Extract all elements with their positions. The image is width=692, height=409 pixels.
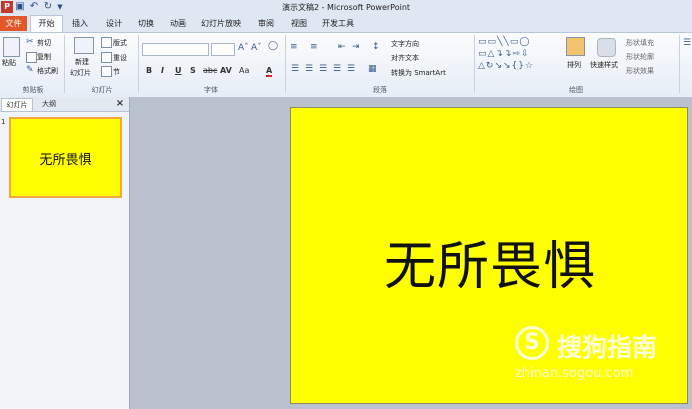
drawing-group-label: 绘图 — [569, 86, 583, 94]
slide-thumbnail[interactable]: 无所畏惧 — [9, 117, 122, 198]
group-divider — [679, 35, 680, 93]
tab-file[interactable]: 文件 — [0, 16, 27, 31]
copy-icon[interactable] — [26, 52, 37, 63]
group-divider — [474, 35, 475, 93]
new-slide-icon[interactable] — [74, 37, 94, 54]
clear-format-icon[interactable]: ◯ — [268, 41, 278, 51]
group-divider — [285, 35, 286, 93]
tab-slideshow[interactable]: 幻灯片放映 — [197, 16, 245, 31]
font-size-select[interactable] — [211, 43, 235, 56]
watermark: S 搜狗指南 zhinan.sogou.com — [515, 326, 685, 384]
cut-button[interactable]: 剪切 — [37, 38, 51, 48]
change-case-button[interactable]: Aa — [239, 66, 249, 75]
paste-button[interactable]: 粘贴 — [2, 58, 16, 68]
format-painter-icon[interactable]: ✎ — [26, 65, 34, 75]
slides-panel: 幻灯片 大纲 × 1 无所畏惧 — [0, 97, 130, 409]
tab-home[interactable]: 开始 — [30, 15, 63, 33]
shape-fill-button[interactable]: 形状填充 — [626, 38, 654, 48]
watermark-url: zhinan.sogou.com — [515, 366, 634, 381]
shrink-font-icon[interactable]: Aˇ — [251, 43, 262, 53]
section-icon[interactable] — [101, 66, 112, 77]
tab-view[interactable]: 视图 — [285, 16, 313, 31]
group-divider — [64, 35, 65, 93]
font-name-select[interactable] — [142, 43, 209, 56]
char-spacing-button[interactable]: AV — [220, 66, 232, 75]
slides-group-label: 幻灯片 — [91, 86, 113, 94]
strikethrough-button[interactable]: abc — [203, 66, 217, 75]
align-left-icon[interactable]: ☰ — [291, 64, 299, 74]
layout-button[interactable]: 版式 — [113, 38, 127, 48]
title-bar: P ▣ ↶ ↻ ▼ 演示文稿2 - Microsoft PowerPoint — [0, 0, 692, 17]
cut-icon[interactable]: ✂ — [26, 37, 34, 47]
tab-review[interactable]: 审阅 — [252, 16, 280, 31]
convert-smartart-button[interactable]: 转换为 SmartArt — [391, 68, 446, 78]
slide-canvas[interactable]: 无所畏惧 S 搜狗指南 zhinan.sogou.com — [290, 107, 688, 404]
font-group-label: 字体 — [204, 86, 218, 94]
bold-button[interactable]: B — [146, 66, 152, 75]
copy-button[interactable]: 复制 — [37, 52, 51, 62]
line-spacing-icon[interactable]: ↕ — [372, 42, 380, 52]
font-color-button[interactable]: A — [266, 66, 273, 77]
sogou-logo-icon: S — [515, 326, 549, 360]
watermark-name: 搜狗指南 — [557, 333, 658, 362]
slide-editor: 无所畏惧 S 搜狗指南 zhinan.sogou.com — [130, 97, 692, 409]
tab-design[interactable]: 设计 — [100, 16, 128, 31]
paste-icon[interactable] — [3, 37, 20, 57]
tab-insert[interactable]: 插入 — [66, 16, 94, 31]
shape-outline-button[interactable]: 形状轮廓 — [626, 52, 654, 62]
tab-developer[interactable]: 开发工具 — [318, 16, 358, 31]
increase-indent-icon[interactable]: ⇥ — [352, 42, 360, 52]
quick-styles-button[interactable]: 快速样式 — [590, 60, 618, 70]
new-slide-label-2[interactable]: 幻灯片 — [70, 68, 91, 78]
close-panel-icon[interactable]: × — [113, 98, 127, 110]
shape-effects-button[interactable]: 形状效果 — [626, 66, 654, 76]
window-title: 演示文稿2 - Microsoft PowerPoint — [281, 3, 411, 12]
shadow-button[interactable]: S — [190, 66, 196, 75]
section-button[interactable]: 节 — [113, 67, 120, 77]
grow-font-icon[interactable]: Aˆ — [238, 43, 249, 53]
shapes-gallery[interactable]: ▭▭╲╲▭◯ ▭△↴↴⇨⇩ △↻↘↘{}☆ — [478, 36, 554, 72]
tab-outline[interactable]: 大纲 — [34, 98, 64, 110]
bullets-icon[interactable]: ≡ — [290, 42, 298, 52]
arrange-icon[interactable] — [566, 37, 585, 56]
reset-icon[interactable] — [101, 52, 112, 63]
format-painter-button[interactable]: 格式刷 — [37, 66, 58, 76]
quick-styles-icon[interactable] — [597, 38, 616, 57]
text-direction-button[interactable]: 文字方向 — [391, 39, 419, 49]
tab-transitions[interactable]: 切换 — [132, 16, 160, 31]
layout-icon[interactable] — [101, 37, 112, 48]
numbering-icon[interactable]: ≡ — [310, 42, 318, 52]
align-text-button[interactable]: 对齐文本 — [391, 53, 419, 63]
justify-icon[interactable]: ☰ — [333, 64, 341, 74]
reset-button[interactable]: 重设 — [113, 53, 127, 63]
new-slide-label[interactable]: 新建 — [75, 57, 89, 67]
slide-number: 1 — [1, 118, 6, 126]
panel-tabs: 幻灯片 大纲 × — [0, 97, 129, 112]
clipboard-group-label: 剪贴板 — [22, 86, 44, 94]
tab-animations[interactable]: 动画 — [164, 16, 192, 31]
arrange-button[interactable]: 排列 — [567, 60, 581, 70]
slide-title-text[interactable]: 无所畏惧 — [291, 224, 689, 299]
thumbnail-text: 无所畏惧 — [39, 153, 92, 168]
ribbon-tabs: 文件 开始 插入 设计 切换 动画 幻灯片放映 审阅 视图 开发工具 — [0, 15, 692, 33]
group-divider — [138, 35, 139, 93]
tab-slides[interactable]: 幻灯片 — [1, 98, 33, 111]
paragraph-group-label: 段落 — [373, 86, 387, 94]
italic-button[interactable]: I — [161, 66, 164, 75]
columns-icon[interactable]: ▦ — [368, 64, 377, 74]
decrease-indent-icon[interactable]: ⇤ — [338, 42, 346, 52]
align-center-icon[interactable]: ☰ — [305, 64, 313, 74]
find-icon[interactable]: ☰ — [683, 38, 691, 48]
ribbon: 粘贴 ✂ 剪切 复制 ✎ 格式刷 剪贴板 新建 幻灯片 版式 重设 节 幻灯片 … — [0, 32, 692, 98]
align-right-icon[interactable]: ☰ — [319, 64, 327, 74]
underline-button[interactable]: U — [175, 66, 182, 75]
distribute-icon[interactable]: ☰ — [347, 64, 355, 74]
